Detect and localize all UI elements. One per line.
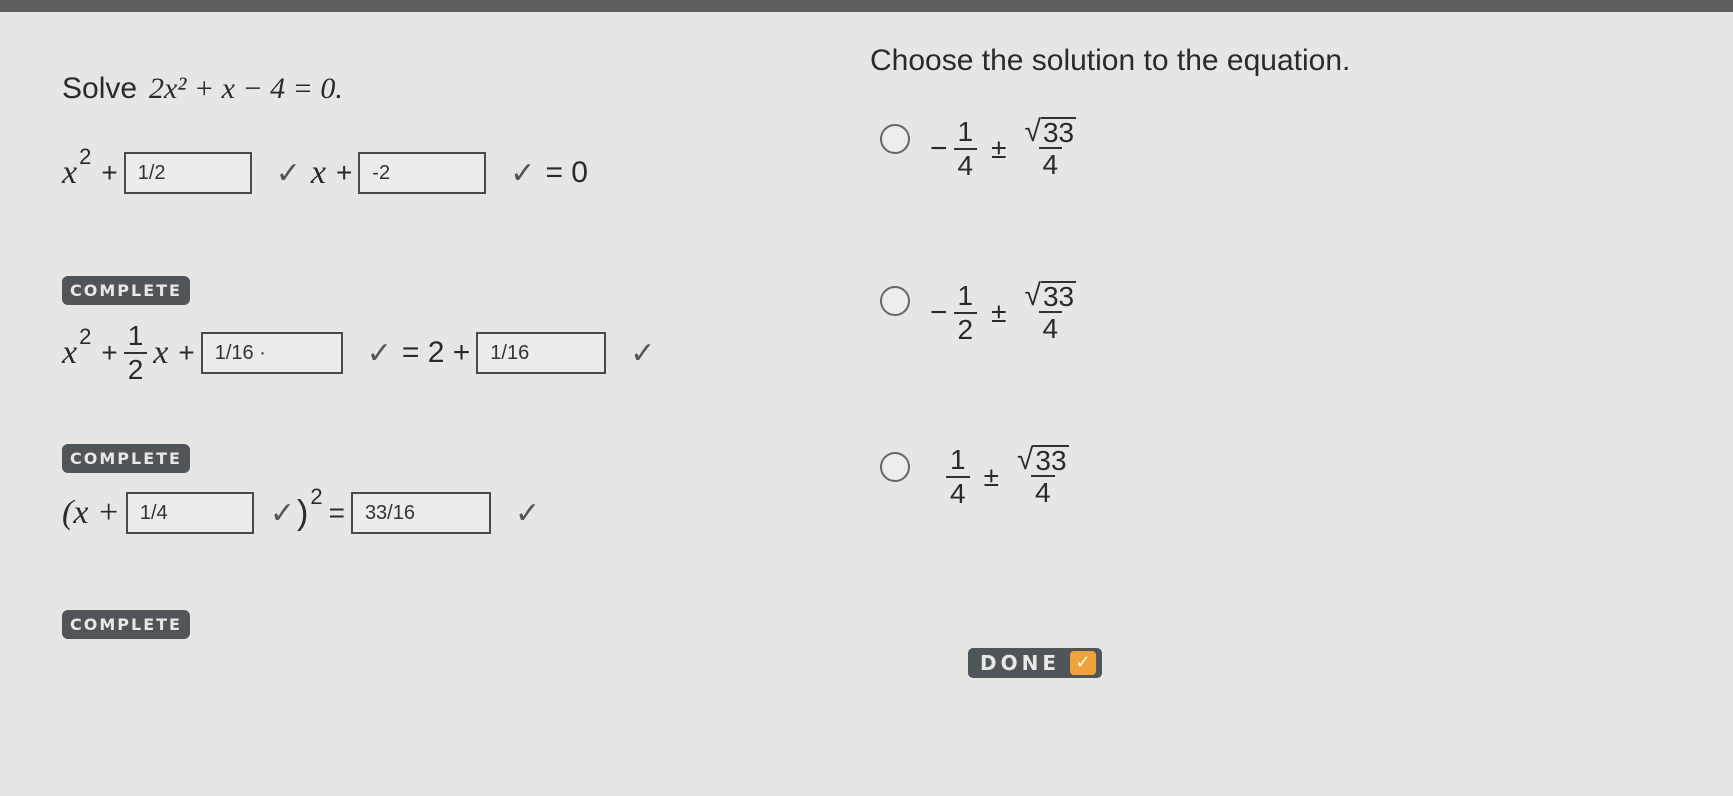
top-bar xyxy=(0,0,1733,12)
choice-2: − 12 ± √ 33 4 xyxy=(930,280,1086,346)
check-icon: ✓ xyxy=(366,336,392,370)
check-icon: ✓ xyxy=(510,156,536,190)
choice-3: 14 ± √ 33 4 xyxy=(940,444,1079,510)
complete-badge: COMPLETE xyxy=(62,276,190,305)
x-term: x xyxy=(62,154,78,191)
plus-sign: + xyxy=(101,337,118,368)
check-icon: ✓ xyxy=(1070,651,1097,675)
check-icon: ✓ xyxy=(514,496,541,530)
plus-sign: + xyxy=(178,337,195,368)
fraction: 1 2 xyxy=(123,320,148,386)
exponent: 2 xyxy=(79,144,92,169)
plus-sign: + xyxy=(101,157,118,188)
choice-radio-1[interactable] xyxy=(880,124,910,154)
sqrt: √ 33 xyxy=(1016,443,1069,476)
choice-radio-2[interactable] xyxy=(880,286,910,316)
x-term: x xyxy=(310,154,326,191)
x-term: x xyxy=(62,334,78,371)
equals-two-plus: = 2 + xyxy=(401,336,471,369)
step3-left-input[interactable]: 1/4 xyxy=(125,492,254,534)
sqrt: √ 33 xyxy=(1024,115,1077,148)
done-button[interactable]: DONE ✓ xyxy=(968,648,1103,678)
step2-right-input[interactable]: 1/16 xyxy=(476,332,607,374)
choice-1: − 14 ± √ 33 4 xyxy=(930,116,1086,182)
step1-equation: x2 + 1/2 ✓ x + -2 ✓ = 0 xyxy=(62,144,588,194)
step1-coefficient-input[interactable]: 1/2 xyxy=(123,152,252,194)
equals-sign: = xyxy=(328,497,345,528)
step1-constant-input[interactable]: -2 xyxy=(358,152,487,194)
step3-equation: (x + 1/4 ✓ ) 2 = 33/16 ✓ xyxy=(62,484,550,534)
complete-badge: COMPLETE xyxy=(62,610,190,639)
exponent: 2 xyxy=(79,324,92,349)
close-paren: ) xyxy=(297,493,309,532)
problem-statement: Solve 2x² + x − 4 = 0. xyxy=(62,72,343,106)
exponent: 2 xyxy=(310,484,323,509)
step2-left-input[interactable]: 1/16 · xyxy=(200,332,343,374)
step3-right-input[interactable]: 33/16 xyxy=(350,492,491,534)
equation: 2x² + x − 4 = 0. xyxy=(149,72,343,105)
check-icon: ✓ xyxy=(275,156,301,190)
solve-label: Solve xyxy=(62,72,138,105)
complete-badge: COMPLETE xyxy=(62,444,190,473)
step2-equation: x2 + 1 2 x + 1/16 · ✓ = 2 + 1/16 ✓ xyxy=(62,320,665,386)
open-paren-x: (x + xyxy=(62,494,120,531)
plus-sign: + xyxy=(335,157,353,188)
x-term: x xyxy=(153,334,169,371)
check-icon: ✓ xyxy=(630,336,656,370)
instruction-text: Choose the solution to the equation. xyxy=(870,44,1351,77)
equals-zero: = 0 xyxy=(545,156,588,189)
done-label: DONE xyxy=(980,651,1061,675)
choice-radio-3[interactable] xyxy=(880,452,910,482)
sqrt: √ 33 xyxy=(1024,279,1077,312)
check-icon: ✓ xyxy=(269,496,295,530)
